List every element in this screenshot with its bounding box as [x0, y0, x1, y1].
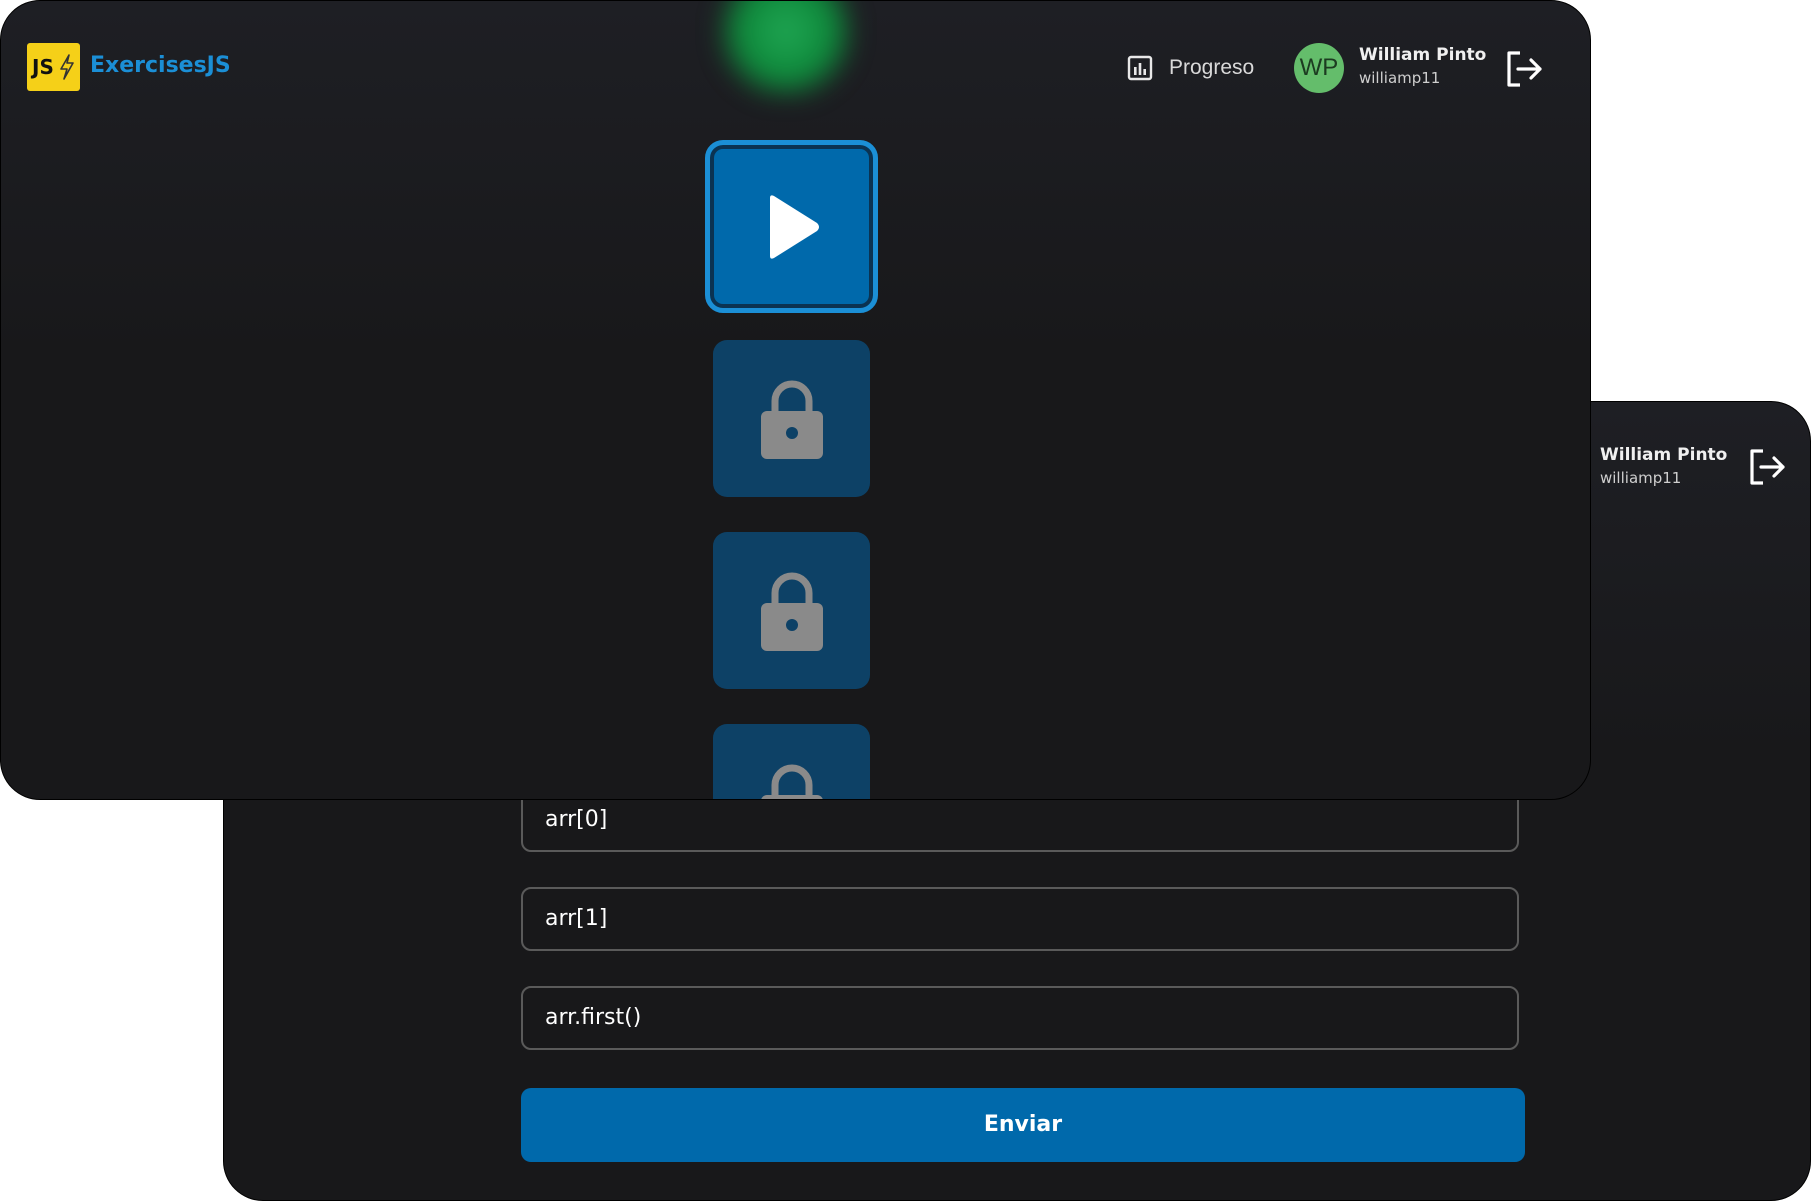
brand-logo[interactable]: JS — [27, 43, 80, 91]
user-handle: williamp11 — [1359, 69, 1441, 87]
answer-option-2[interactable]: arr[1] — [521, 887, 1519, 951]
avatar[interactable]: WP — [1294, 43, 1344, 93]
user-info: William Pinto williamp11 — [1359, 45, 1486, 87]
bolt-icon — [60, 54, 74, 80]
logo-text: JS — [32, 55, 54, 79]
lesson-tile-3[interactable] — [713, 532, 870, 689]
submit-button[interactable]: Enviar — [521, 1088, 1525, 1162]
lock-icon — [760, 764, 823, 799]
brand-name[interactable]: ExercisesJS — [90, 53, 231, 78]
logout-button[interactable] — [1747, 447, 1787, 491]
logout-icon — [1507, 51, 1542, 87]
progress-button[interactable]: Progreso — [1127, 51, 1254, 85]
user-handle: williamp11 — [1600, 469, 1682, 487]
bar-chart-icon — [1127, 55, 1153, 81]
lessons-window: JS ExercisesJS Progreso WP William Pinto… — [0, 0, 1591, 800]
progress-label: Progreso — [1169, 56, 1255, 79]
lock-icon — [760, 380, 823, 459]
user-name: William Pinto — [1359, 45, 1487, 65]
green-glow — [716, 1, 856, 101]
lesson-tile-1[interactable] — [705, 140, 878, 313]
lesson-tile-4[interactable] — [713, 724, 870, 799]
logout-button[interactable] — [1504, 49, 1544, 93]
play-icon — [769, 194, 819, 259]
logout-icon — [1750, 449, 1785, 485]
lesson-tile-2[interactable] — [713, 340, 870, 497]
lock-icon — [760, 572, 823, 651]
answer-option-3[interactable]: arr.first() — [521, 986, 1519, 1050]
user-name: William Pinto — [1600, 445, 1728, 465]
user-info: William Pinto williamp11 — [1600, 445, 1727, 487]
